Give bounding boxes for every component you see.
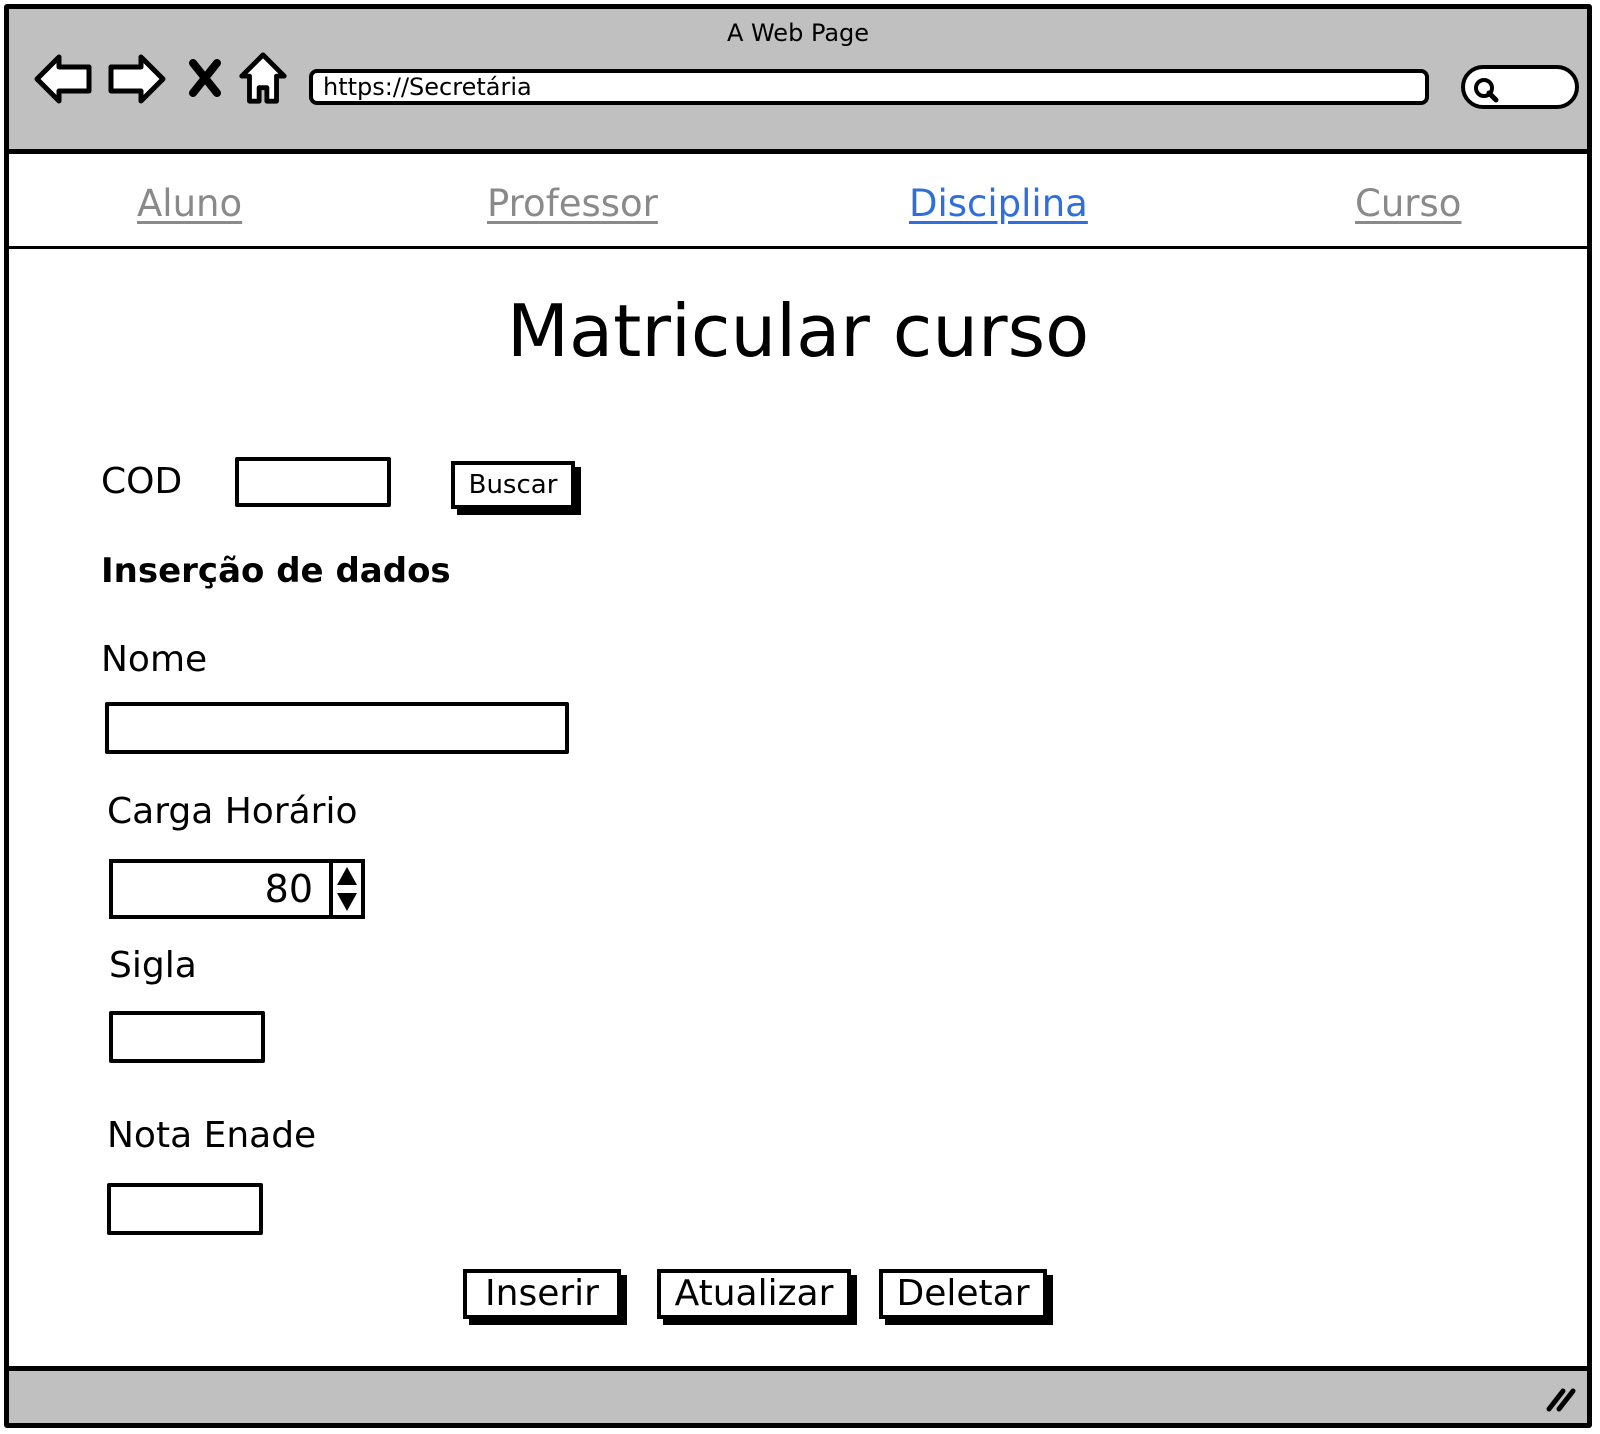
carga-horario-label: Carga Horário (107, 791, 358, 832)
browser-toolbar: A Web Page https://Secretária (9, 9, 1587, 154)
page-title: Matricular curso (506, 289, 1090, 373)
home-icon[interactable] (237, 51, 289, 107)
back-icon[interactable] (33, 51, 95, 107)
sigla-label: Sigla (109, 945, 197, 986)
stepper-arrows[interactable] (329, 863, 361, 915)
sigla-input[interactable] (109, 1011, 265, 1063)
nota-enade-input[interactable] (107, 1183, 263, 1235)
forward-icon[interactable] (105, 51, 167, 107)
nav-link-aluno[interactable]: Aluno (137, 182, 242, 225)
insert-button[interactable]: Inserir (463, 1269, 621, 1319)
nota-enade-label: Nota Enade (107, 1115, 317, 1156)
cod-input[interactable] (235, 457, 391, 507)
delete-button[interactable]: Deletar (879, 1269, 1047, 1319)
browser-window: A Web Page https://Secretária Aluno Prof… (4, 4, 1592, 1428)
nav-link-disciplina[interactable]: Disciplina (909, 182, 1088, 225)
status-bar (9, 1366, 1587, 1423)
browser-search-field[interactable] (1461, 65, 1579, 109)
url-field[interactable]: https://Secretária (309, 69, 1429, 105)
stop-icon[interactable] (185, 51, 225, 107)
cod-label: COD (101, 461, 183, 502)
nome-label: Nome (101, 639, 208, 680)
nome-input[interactable] (105, 702, 569, 754)
search-button[interactable]: Buscar (451, 461, 575, 509)
update-button[interactable]: Atualizar (657, 1269, 851, 1319)
main-nav: Aluno Professor Disciplina Curso (9, 154, 1587, 249)
nav-link-professor[interactable]: Professor (487, 182, 658, 225)
section-title: Inserção de dados (101, 551, 451, 591)
stepper-up-down-icon[interactable] (333, 863, 361, 915)
search-icon (1474, 78, 1499, 103)
carga-horario-stepper[interactable]: 80 (109, 859, 365, 919)
resize-grip-icon[interactable] (1543, 1383, 1577, 1413)
nav-link-curso[interactable]: Curso (1355, 182, 1461, 225)
window-title: A Web Page (726, 19, 870, 47)
carga-horario-value: 80 (264, 867, 313, 911)
